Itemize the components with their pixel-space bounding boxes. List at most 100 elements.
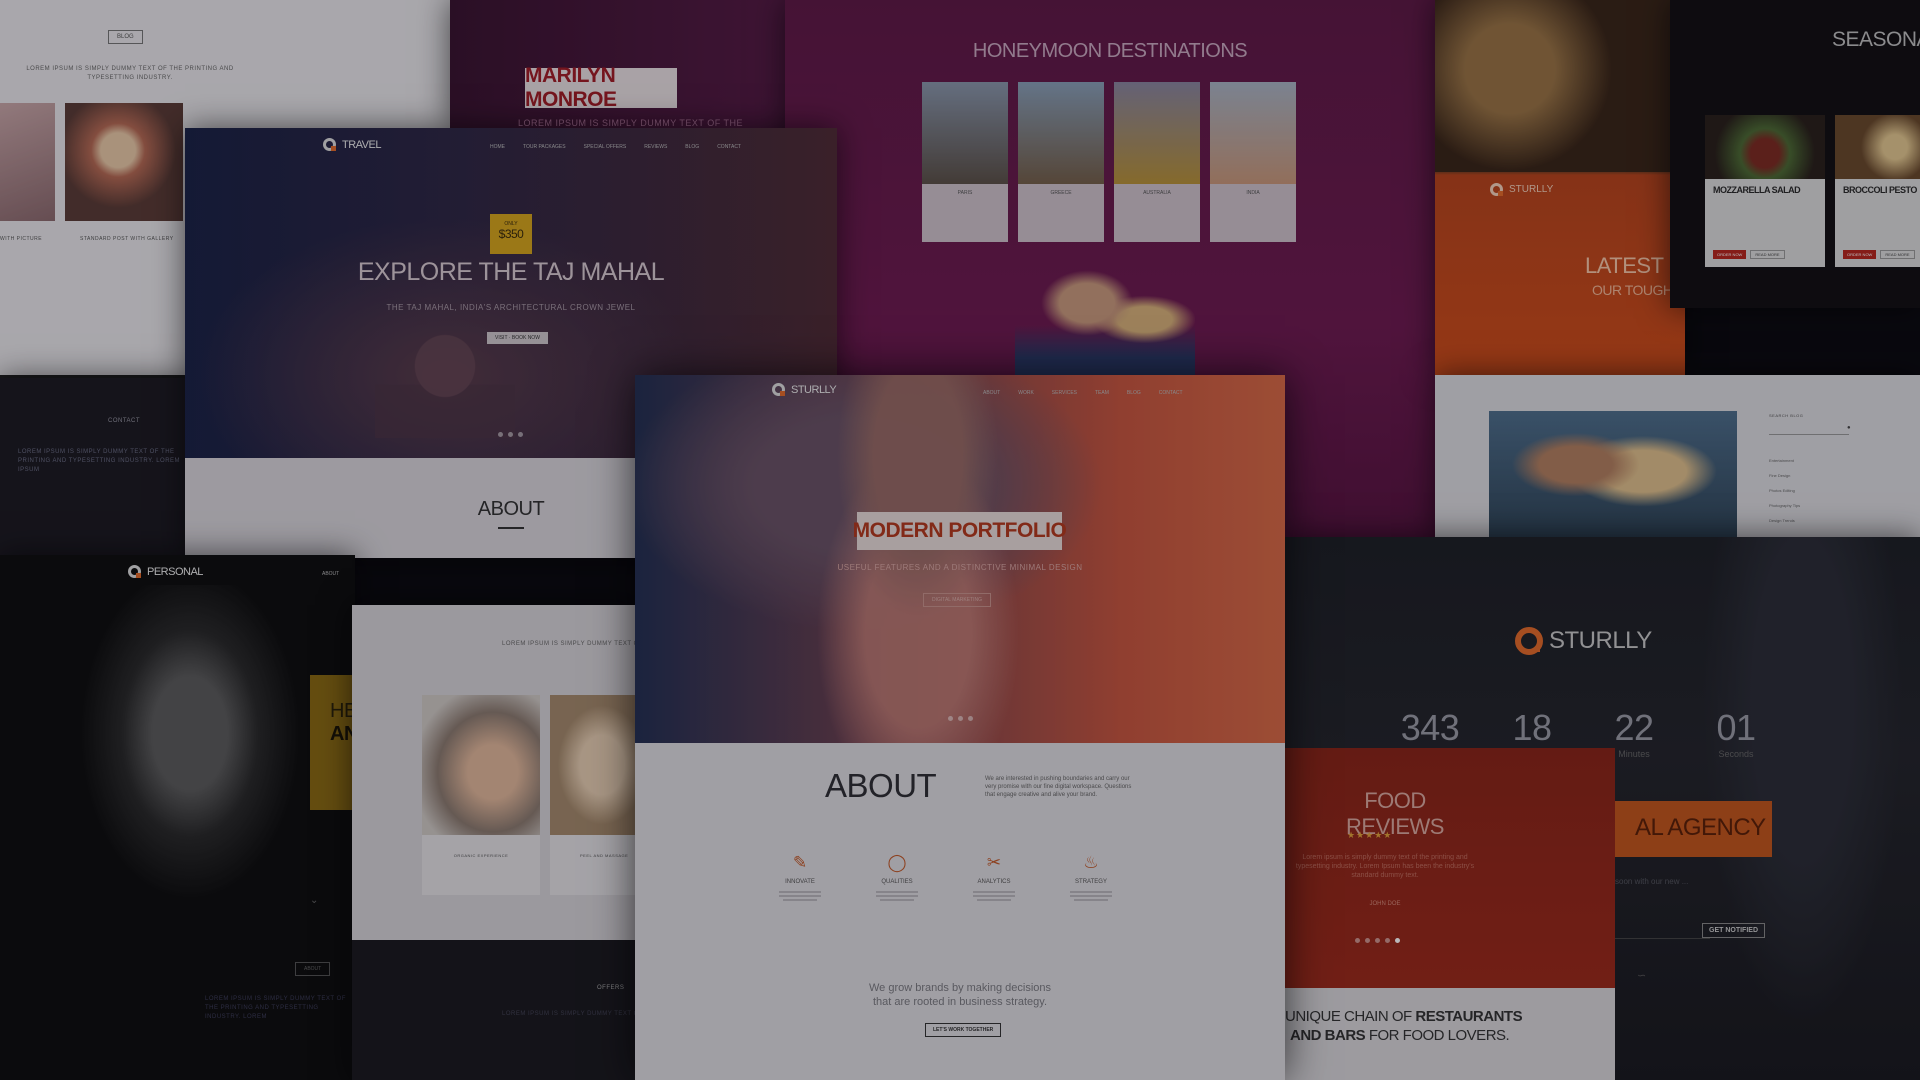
food-photo bbox=[1435, 0, 1685, 172]
agency-banner: AL AGENCY bbox=[1595, 801, 1772, 857]
food-footer-line-2: AND BARS FOR FOOD LOVERS. bbox=[1290, 1027, 1510, 1044]
feature-label: ANALYTICS bbox=[977, 879, 1011, 885]
countdown-value: 22 bbox=[1614, 707, 1654, 748]
sidebar-category[interactable]: Design Trends bbox=[1769, 513, 1800, 528]
portfolio-title-box: MODERN PORTFOLIO bbox=[853, 512, 1067, 550]
sidebar-category[interactable]: Entertainment bbox=[1769, 453, 1800, 468]
order-button[interactable]: ORDER NOW bbox=[1843, 250, 1877, 259]
email-field[interactable] bbox=[1615, 924, 1710, 939]
destination-name: GREECE bbox=[1050, 190, 1072, 196]
blog-post-right-title[interactable]: STANDARD POST WITH GALLERY bbox=[80, 236, 174, 242]
sidebar-search-input[interactable] bbox=[1769, 425, 1849, 435]
nav-item[interactable]: SPECIAL OFFERS bbox=[584, 144, 627, 150]
personal-logo[interactable]: PERSONAL bbox=[128, 565, 203, 578]
destination-card[interactable]: GREECE bbox=[1018, 82, 1104, 242]
edit-icon: ✎ bbox=[792, 853, 808, 872]
sidebar-categories: Entertainment Fine Design Photos Editing… bbox=[1769, 453, 1800, 528]
spa-card[interactable]: PEEL AND MASSAGE bbox=[550, 695, 637, 895]
destination-card[interactable]: AUSTRALIA bbox=[1114, 82, 1200, 242]
book-now-button[interactable]: VISIT · BOOK NOW bbox=[487, 332, 548, 344]
feature-item: ✎ INNOVATE bbox=[775, 853, 825, 903]
personal-about-button[interactable]: ABOUT bbox=[295, 962, 331, 976]
nav-item[interactable]: HOME bbox=[490, 144, 505, 150]
nav-item[interactable]: TEAM bbox=[1095, 390, 1109, 396]
destination-photo bbox=[922, 82, 1008, 184]
portfolio-tagline-2: that are rooted in business strategy. bbox=[872, 996, 1048, 1008]
destination-card[interactable]: INDIA bbox=[1210, 82, 1296, 242]
nav-item[interactable]: WORK bbox=[1018, 390, 1034, 396]
spa-photo bbox=[550, 695, 637, 835]
nav-item[interactable]: TOUR PACKAGES bbox=[523, 144, 566, 150]
blog-photo-left[interactable] bbox=[0, 103, 55, 221]
agency-note: soon with our new ... bbox=[1615, 877, 1689, 886]
seasonal-card[interactable]: MOZZARELLA SALAD ORDER NOW READ MORE bbox=[1705, 115, 1825, 267]
order-button[interactable]: ORDER NOW bbox=[1713, 250, 1747, 259]
blog-tag[interactable]: BLOG bbox=[108, 30, 143, 44]
nav-item[interactable]: BLOG bbox=[1127, 390, 1141, 396]
sidebar-category[interactable]: Photos Editing bbox=[1769, 483, 1800, 498]
spa-panel: LOREM IPSUM IS SIMPLY DUMMY TEXT OF THE … bbox=[352, 605, 637, 1080]
contact-title: CONTACT bbox=[108, 418, 141, 424]
destination-photo bbox=[1018, 82, 1104, 184]
marilyn-panel: MARILYN MONROE LOREM IPSUM IS SIMPLY DUM… bbox=[450, 0, 790, 130]
rating-stars: ★★★★★ bbox=[1347, 830, 1393, 840]
nav-item[interactable]: SERVICES bbox=[1052, 390, 1077, 396]
work-together-button[interactable]: LET'S WORK TOGETHER bbox=[925, 1023, 1002, 1037]
feature-label: QUALITIES bbox=[881, 879, 913, 885]
read-more-button[interactable]: READ MORE bbox=[1880, 250, 1915, 259]
countdown-unit: 01 Seconds bbox=[1701, 707, 1771, 759]
food-logo[interactable]: STURLLY bbox=[1490, 183, 1553, 196]
seasonal-card[interactable]: BROCCOLI PESTO ORDER NOW READ MORE bbox=[1835, 115, 1920, 267]
blog-photo-right[interactable] bbox=[65, 103, 183, 221]
portfolio-slider-dots[interactable] bbox=[948, 716, 973, 721]
destination-photo bbox=[1114, 82, 1200, 184]
review-author: JOHN DOE bbox=[1369, 901, 1401, 907]
read-more-button[interactable]: READ MORE bbox=[1750, 250, 1785, 259]
countdown-label: Seconds bbox=[1718, 749, 1754, 759]
sturlly-logo-icon bbox=[1490, 183, 1503, 196]
nav-item[interactable]: CONTACT bbox=[1159, 390, 1183, 396]
marilyn-title-box: MARILYN MONROE bbox=[525, 64, 677, 111]
spa-card[interactable]: ORGANIC EXPERIENCE bbox=[422, 695, 540, 895]
portfolio-title: MODERN PORTFOLIO bbox=[852, 519, 1067, 542]
nav-item[interactable]: CONTACT bbox=[717, 144, 741, 150]
nav-item[interactable]: REVIEWS bbox=[644, 144, 667, 150]
food-subheading: OUR TOUGHT bbox=[1592, 282, 1681, 298]
destination-name: PARIS bbox=[957, 190, 973, 196]
portfolio-about-text: We are interested in pushing boundaries … bbox=[985, 776, 1132, 798]
seasonal-photo bbox=[1705, 115, 1825, 179]
blog-contact-section: CONTACT LOREM IPSUM IS SIMPLY DUMMY TEXT… bbox=[0, 378, 200, 558]
man-with-glasses-photo bbox=[775, 375, 1035, 743]
feature-item: ◯ QUALITIES bbox=[872, 853, 922, 903]
blog-sidebar-panel: SEARCH BLOG ● Entertainment Fine Design … bbox=[1435, 375, 1920, 545]
countdown-value: 343 bbox=[1400, 707, 1460, 748]
spa-card-title: ORGANIC EXPERIENCE bbox=[453, 853, 509, 858]
travel-slider-dots[interactable] bbox=[498, 432, 523, 437]
review-slider-dots[interactable] bbox=[1355, 938, 1400, 943]
digital-marketing-button[interactable]: DIGITAL MARKETING bbox=[923, 593, 992, 607]
couple-car-photo bbox=[1489, 411, 1737, 545]
rss-icon[interactable]: ∽ bbox=[1637, 969, 1646, 982]
chat-icon: ◯ bbox=[887, 853, 907, 872]
travel-logo[interactable]: TRAVEL bbox=[323, 138, 381, 151]
personal-nav: ABOUT bbox=[322, 571, 339, 577]
food-footer-line-1: UNIQUE CHAIN OF RESTAURANTS bbox=[1285, 1008, 1523, 1025]
portrait-photo bbox=[70, 585, 310, 915]
countdown-value: 01 bbox=[1716, 707, 1756, 748]
get-notified-button[interactable]: GET NOTIFIED bbox=[1702, 923, 1765, 938]
logo-text: STURLLY bbox=[1509, 184, 1554, 195]
portfolio-logo[interactable]: STURLLY bbox=[772, 383, 837, 396]
sidebar-category[interactable]: Photography Tips bbox=[1769, 498, 1800, 513]
blog-post-left-title[interactable]: WITH PICTURE bbox=[0, 236, 42, 242]
nav-item[interactable]: ABOUT bbox=[983, 390, 1000, 396]
sidebar-category[interactable]: Fine Design bbox=[1769, 468, 1800, 483]
nav-item[interactable]: ABOUT bbox=[322, 571, 339, 577]
destination-card[interactable]: PARIS bbox=[922, 82, 1008, 242]
coming-soon-logo[interactable]: STURLLY bbox=[1515, 627, 1652, 655]
food-heading: LATEST bbox=[1585, 253, 1664, 278]
nav-item[interactable]: BLOG bbox=[685, 144, 699, 150]
travel-nav: HOME TOUR PACKAGES SPECIAL OFFERS REVIEW… bbox=[490, 144, 741, 150]
blog-intro: LOREM IPSUM IS SIMPLY DUMMY TEXT OF THE … bbox=[26, 66, 234, 81]
search-icon[interactable]: ● bbox=[1847, 425, 1851, 431]
chevron-down-icon[interactable]: ⌄ bbox=[310, 895, 318, 906]
